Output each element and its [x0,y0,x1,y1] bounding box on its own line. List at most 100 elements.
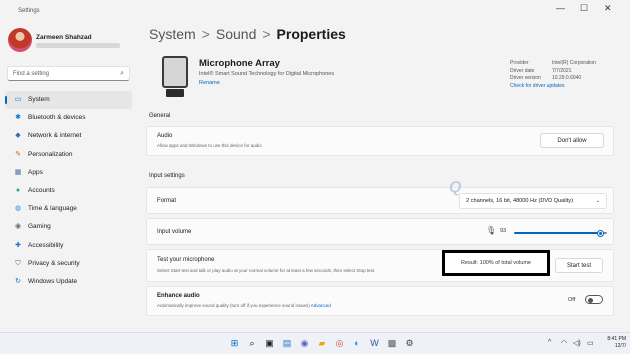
store-icon[interactable]: ▩ [386,337,399,350]
shield-icon: ⛉ [15,259,21,267]
tray-overflow-icon[interactable]: ^ [548,339,551,346]
battery-icon[interactable]: ▭ [587,339,594,347]
apps-icon: ▦ [14,168,22,176]
info-value: 7/7/2021 [552,67,572,74]
microphone-icon[interactable]: 🎙 [486,226,496,235]
gamepad-icon: ◉ [14,223,22,231]
breadcrumb-sound[interactable]: Sound [216,26,256,42]
sidebar-item-label: Network & internet [28,132,82,140]
search-input[interactable]: Find a setting ⌕ [7,66,130,81]
driver-update-link[interactable]: Check for driver updates [510,83,620,91]
sidebar-item-brush[interactable]: ✎ Personalization [5,146,132,164]
settings-icon[interactable]: ⚙ [403,337,416,350]
breadcrumb-system[interactable]: System [149,26,196,42]
audio-title: Audio [157,133,173,139]
network-icon: ◆ [15,132,21,140]
sidebar-item-shield[interactable]: ⛉ Privacy & security [5,255,132,273]
monitor-icon: ▭ [14,96,22,103]
sidebar-nav: ▭ System ✱ Bluetooth & devices ◆ Network & in… [5,91,132,291]
audio-card: Audio Allow apps and Windows to use this… [146,126,614,156]
start-test-button[interactable]: Start test [555,258,603,273]
watermark-logo: Q [449,179,462,196]
update-icon: ↻ [15,277,21,285]
taskbar: ⊞ ⌕ ▣ ▤ ◉ ▰ ◎ ◐ W ▩ ⚙ ^ ◠ ◁) ▭ 8:41 PM 12/7/ [0,332,630,354]
sidebar-item-apps[interactable]: ▦ Apps [5,164,132,182]
title-bar: Settings — ☐ ✕ [0,0,630,22]
info-label: Driver date [510,67,535,74]
search-placeholder: Find a setting [13,71,50,77]
chevron-down-icon: ⌄ [595,198,600,204]
enhance-audio-card: Enhance audio Automatically improve soun… [146,286,614,316]
clock[interactable]: 8:41 PM 12/7/ [600,336,626,350]
sidebar-item-accessibility[interactable]: ✚ Accessibility [5,237,132,255]
volume-value: 93 [500,228,507,234]
person-icon: ● [15,186,21,194]
maximize-button[interactable]: ☐ [580,3,588,14]
search-icon: ⌕ [120,70,124,77]
task-view-icon[interactable]: ▣ [263,337,276,350]
sidebar-item-label: Accessibility [28,241,64,249]
speaker-icon[interactable]: ◁) [573,339,581,347]
test-result: Result: 100% of total volume [442,250,550,276]
wifi-icon[interactable]: ◠ [561,339,567,347]
close-button[interactable]: ✕ [604,3,612,14]
chat-icon[interactable]: ◉ [298,337,311,350]
avatar [8,28,32,52]
info-row: Driver date 7/7/2021 [510,68,620,76]
sidebar-item-label: Apps [28,168,43,176]
format-card: Format 2 channels, 16 bit, 48000 Hz (DVD… [146,187,614,214]
word-icon[interactable]: W [368,337,381,350]
sidebar-item-network[interactable]: ◆ Network & internet [5,127,132,145]
sidebar: Zarmeen Shahzad Find a setting ⌕ ▭ System… [0,22,140,332]
volume-slider-thumb[interactable] [598,230,603,236]
sidebar-item-monitor[interactable]: ▭ System [5,91,132,110]
clock-date: 12/7/ [614,343,626,349]
widgets-icon[interactable]: ▤ [281,337,294,350]
sidebar-item-update[interactable]: ↻ Windows Update [5,273,132,291]
chrome-icon[interactable]: ◎ [333,337,346,350]
chevron-right-icon: > [262,26,271,42]
device-subtitle: Intel® Smart Sound Technology for Digita… [199,71,335,77]
info-value: 10.29.0.6040 [552,75,582,81]
section-general: General [149,113,171,119]
sidebar-item-label: Windows Update [28,277,78,285]
sidebar-item-label: Gaming [28,223,51,231]
sidebar-item-globe[interactable]: ◍ Time & language [5,200,132,218]
breadcrumb: System > Sound > Properties [149,26,346,42]
enhance-state: Off [568,297,576,303]
edge-icon[interactable]: ◐ [351,337,364,350]
info-label: Provider [510,60,529,66]
sidebar-item-label: Bluetooth & devices [28,114,86,122]
device-name: Microphone Array [199,58,280,69]
profile-name: Zarmeen Shahzad [36,34,92,41]
rename-link[interactable]: Rename [199,80,220,86]
sidebar-item-person[interactable]: ● Accounts [5,182,132,200]
main-content: System > Sound > Properties Microphone Array… [140,22,630,332]
section-input-settings: Input settings [149,173,185,179]
window-title: Settings [18,8,40,14]
info-label: Driver version [510,75,541,81]
page-title: Properties [276,26,346,42]
advanced-link[interactable]: Advanced [311,303,331,308]
audio-desc: Allow apps and Windows to use this devic… [157,143,262,148]
user-profile[interactable]: Zarmeen Shahzad [8,28,138,56]
enhance-desc: Automatically improve sound quality (tur… [157,303,331,308]
search-icon[interactable]: ⌕ [246,337,259,350]
info-value: Intel(R) Corporation [552,60,596,66]
enhance-title: Enhance audio [157,293,200,299]
info-row: Driver version 10.29.0.6040 [510,75,620,83]
sidebar-item-label: System [28,96,50,103]
enhance-desc-text: Automatically improve sound quality (tur… [157,303,310,308]
volume-slider-track[interactable] [514,232,600,234]
dont-allow-button[interactable]: Don't allow [540,133,604,148]
input-volume-card: Input volume 🎙 93 [146,218,614,245]
sidebar-item-gamepad[interactable]: ◉ Gaming [5,218,132,236]
windows-start-icon[interactable]: ⊞ [228,337,241,350]
enhance-toggle[interactable] [585,295,603,304]
minimize-button[interactable]: — [556,3,565,13]
format-title: Format [157,198,177,204]
sidebar-item-bluetooth[interactable]: ✱ Bluetooth & devices [5,109,132,127]
input-volume-title: Input volume [157,229,192,235]
file-explorer-icon[interactable]: ▰ [316,337,329,350]
test-mic-desc: Select Start test and talk or play audio… [157,268,375,273]
